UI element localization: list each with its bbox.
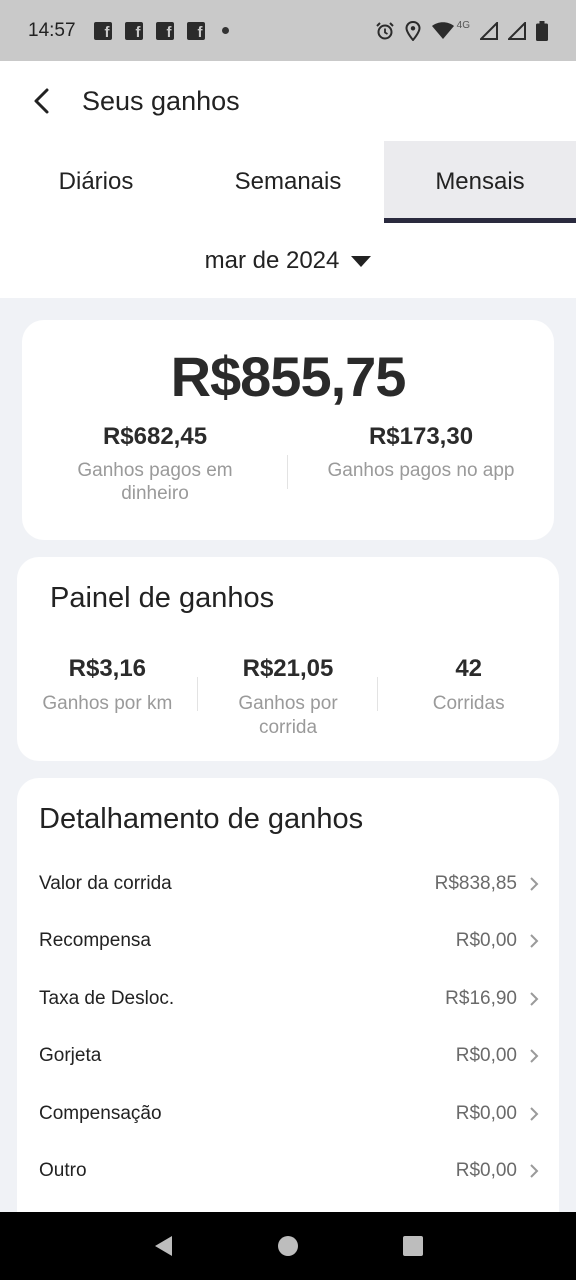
app-header: Seus ganhos xyxy=(0,61,576,141)
chevron-right-icon xyxy=(521,875,539,893)
nav-home-icon xyxy=(277,1236,298,1256)
row-value: R$838,85 xyxy=(434,872,517,894)
facebook-icon: f xyxy=(155,21,174,40)
wifi-icon xyxy=(431,21,454,39)
row-value: R$0,00 xyxy=(455,1045,517,1067)
tab-weekly[interactable]: Semanais xyxy=(192,141,384,223)
period-tabs: Diários Semanais Mensais xyxy=(0,141,576,223)
row-label: Valor da corrida xyxy=(39,872,172,894)
total-earnings-card: R$855,75 R$682,45 Ganhos pagos em dinhei… xyxy=(22,320,554,540)
breakdown-row-compensation[interactable]: Compensação R$0,00 xyxy=(39,1085,539,1143)
signal-icon xyxy=(480,21,498,40)
notification-icons: f f f f xyxy=(93,21,229,40)
app-earnings-label: Ganhos pagos no app xyxy=(327,460,515,481)
page-title: Seus ganhos xyxy=(82,85,240,116)
month-label: mar de 2024 xyxy=(204,246,340,274)
chevron-right-icon xyxy=(521,1047,539,1065)
status-bar: 14:57 f f f f 4G xyxy=(0,0,576,61)
tab-monthly[interactable]: Mensais xyxy=(384,141,576,223)
row-value: R$16,90 xyxy=(445,987,517,1009)
panel-title: Painel de ganhos xyxy=(50,582,275,614)
stat-value: R$3,16 xyxy=(68,655,147,682)
total-earnings: R$855,75 xyxy=(170,345,407,408)
row-label: Taxa de Desloc. xyxy=(39,987,175,1009)
nav-home-button[interactable] xyxy=(268,1226,308,1266)
row-label: Outro xyxy=(39,1160,87,1182)
tab-daily[interactable]: Diários xyxy=(0,141,192,223)
stat-per-ride: R$21,05 Ganhos por corrida xyxy=(198,655,379,740)
stat-per-km: R$3,16 Ganhos por km xyxy=(17,655,198,740)
panel-stats: R$3,16 Ganhos por km R$21,05 Ganhos por … xyxy=(17,655,559,740)
breakdown-list: Valor da corrida R$838,85 Recompensa R$0… xyxy=(39,855,539,1200)
divider xyxy=(287,455,288,489)
chevron-right-icon xyxy=(521,990,539,1008)
row-value: R$0,00 xyxy=(455,1160,517,1182)
month-dropdown[interactable]: mar de 2024 xyxy=(205,247,372,275)
back-arrow-icon xyxy=(34,88,49,114)
facebook-icon: f xyxy=(93,21,112,40)
breakdown-row-reward[interactable]: Recompensa R$0,00 xyxy=(39,913,539,971)
system-navigation-bar xyxy=(0,1212,576,1280)
breakdown-row-tip[interactable]: Gorjeta R$0,00 xyxy=(39,1028,539,1086)
row-label: Compensação xyxy=(39,1102,162,1124)
status-time: 14:57 xyxy=(28,19,76,41)
cash-earnings-value: R$682,45 xyxy=(102,423,208,450)
facebook-icon: f xyxy=(186,21,205,40)
battery-icon xyxy=(536,20,548,41)
stat-value: R$21,05 xyxy=(242,655,334,682)
breakdown-row-other[interactable]: Outro R$0,00 xyxy=(39,1143,539,1201)
facebook-icon: f xyxy=(124,21,143,40)
nav-recents-button[interactable] xyxy=(393,1226,433,1266)
earnings-breakdown-card: Detalhamento de ganhos Valor da corrida … xyxy=(17,778,559,1238)
earnings-panel-card: Painel de ganhos R$3,16 Ganhos por km R$… xyxy=(17,557,559,761)
breakdown-title: Detalhamento de ganhos xyxy=(39,803,364,835)
nav-back-icon xyxy=(154,1236,172,1256)
nav-recents-icon xyxy=(403,1236,424,1256)
breakdown-row-ride-value[interactable]: Valor da corrida R$838,85 xyxy=(39,855,539,913)
row-value: R$0,00 xyxy=(455,1102,517,1124)
cash-earnings: R$682,45 Ganhos pagos em dinheiro xyxy=(22,423,288,505)
app-earnings: R$173,30 Ganhos pagos no app xyxy=(288,423,554,505)
chevron-right-icon xyxy=(521,1162,539,1180)
network-type: 4G xyxy=(456,20,470,31)
row-value: R$0,00 xyxy=(455,930,517,952)
location-icon xyxy=(405,20,421,41)
dropdown-caret-icon xyxy=(351,256,372,267)
back-button[interactable] xyxy=(12,71,72,131)
more-notifications-dot-icon xyxy=(221,27,229,34)
stat-label: Corridas xyxy=(432,693,505,714)
chevron-right-icon xyxy=(521,1105,539,1123)
month-selector-bar: mar de 2024 xyxy=(0,223,576,298)
app-earnings-value: R$173,30 xyxy=(368,423,474,450)
cash-earnings-label: Ganhos pagos em dinheiro xyxy=(77,460,233,504)
stat-value: 42 xyxy=(455,655,483,682)
chevron-right-icon xyxy=(521,932,539,950)
row-label: Recompensa xyxy=(39,930,151,952)
breakdown-row-travel-fee[interactable]: Taxa de Desloc. R$16,90 xyxy=(39,970,539,1028)
signal-icon xyxy=(508,21,526,40)
payment-split: R$682,45 Ganhos pagos em dinheiro R$173,… xyxy=(22,423,554,505)
stat-rides: 42 Corridas xyxy=(378,655,559,740)
stat-label: Ganhos por km xyxy=(42,693,173,714)
nav-back-button[interactable] xyxy=(143,1226,183,1266)
row-label: Gorjeta xyxy=(39,1045,102,1067)
alarm-icon xyxy=(375,21,394,39)
stat-label: Ganhos por corrida xyxy=(238,693,338,738)
system-icons: 4G xyxy=(375,20,548,41)
